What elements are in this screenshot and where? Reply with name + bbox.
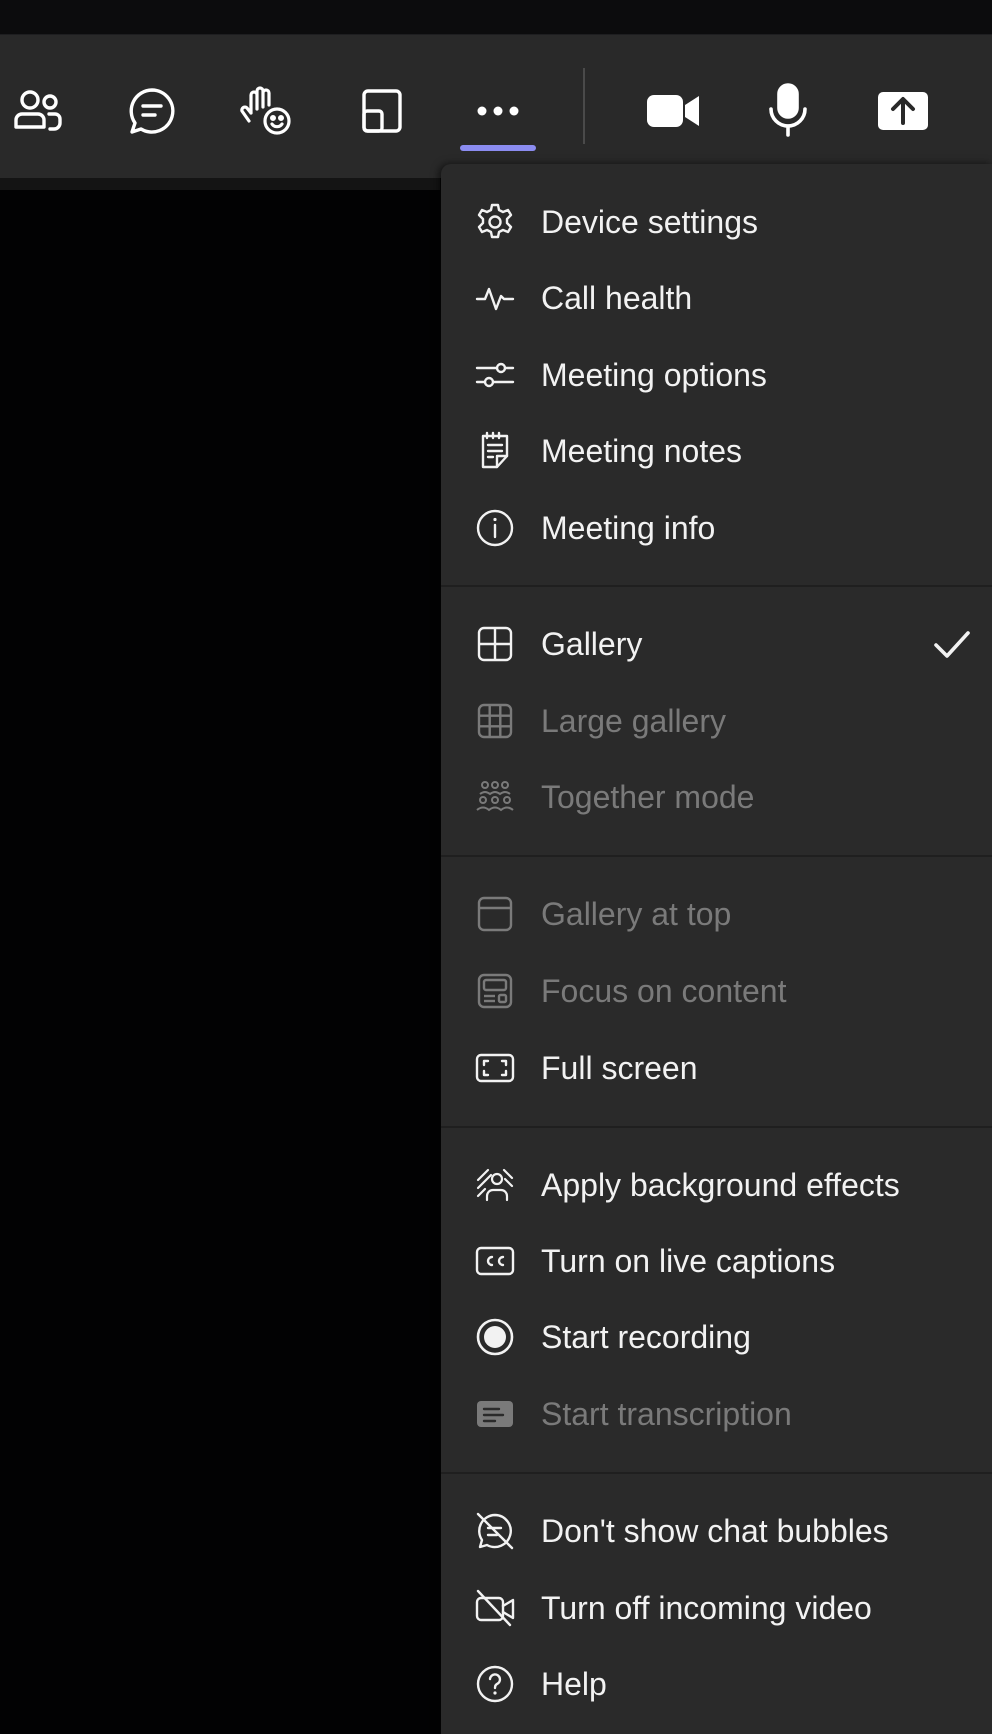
people-icon [14, 90, 62, 131]
menu-item-label: Gallery at top [541, 896, 732, 932]
menu-item-device-settings[interactable]: Device settings [441, 186, 992, 258]
info-icon [475, 508, 515, 548]
menu-item-label: Apply background effects [541, 1167, 900, 1203]
menu-item-start-transcription[interactable]: Start transcription [441, 1378, 992, 1450]
video-off-icon [475, 1588, 515, 1628]
menu-item-label: Meeting notes [541, 433, 743, 469]
sliders-icon [475, 355, 515, 395]
raise-hand-emoji-icon [240, 86, 291, 135]
gear-icon [475, 202, 515, 242]
chat-button[interactable] [116, 75, 188, 147]
menu-item-start-recording[interactable]: Start recording [441, 1301, 992, 1373]
menu-item-label: Start transcription [541, 1396, 792, 1432]
chat-bubbles-off-icon [475, 1511, 515, 1551]
help-icon [475, 1664, 515, 1704]
record-icon [475, 1317, 515, 1357]
full-screen-icon [475, 1048, 515, 1088]
rooms-button[interactable] [346, 75, 418, 147]
menu-item-help[interactable]: Help [441, 1648, 992, 1720]
menu-item-label: Turn off incoming video [541, 1590, 872, 1626]
menu-item-gallery[interactable]: Gallery [441, 608, 992, 680]
menu-item-label: Device settings [541, 204, 758, 240]
react-button[interactable] [231, 75, 303, 147]
menu-item-live-captions[interactable]: Turn on live captions [441, 1225, 992, 1297]
title-bar [0, 0, 992, 35]
grid-icon [475, 624, 515, 664]
view-icon [362, 89, 402, 133]
pulse-icon [475, 278, 515, 318]
menu-item-label: Don't show chat bubbles [541, 1513, 889, 1549]
share-upload-icon [878, 92, 928, 130]
chat-icon [129, 88, 175, 134]
menu-item-call-health[interactable]: Call health [441, 262, 992, 334]
menu-item-label: Focus on content [541, 973, 787, 1009]
menu-divider [441, 585, 992, 587]
focus-content-icon [475, 971, 515, 1011]
meeting-window: Device settings Call health Meeting opti… [0, 0, 992, 1734]
menu-divider [441, 855, 992, 857]
menu-item-meeting-options[interactable]: Meeting options [441, 339, 992, 411]
menu-item-together-mode[interactable]: Together mode [441, 761, 992, 833]
menu-item-large-gallery[interactable]: Large gallery [441, 685, 992, 757]
notes-icon [475, 431, 515, 471]
checkmark-icon [934, 631, 970, 658]
more-horizontal-icon [477, 106, 519, 116]
menu-item-turn-off-incoming-video[interactable]: Turn off incoming video [441, 1572, 992, 1644]
gallery-top-icon [475, 894, 515, 934]
menu-item-chat-bubbles[interactable]: Don't show chat bubbles [441, 1495, 992, 1567]
menu-item-label: Large gallery [541, 703, 726, 739]
menu-item-gallery-at-top[interactable]: Gallery at top [441, 878, 992, 950]
meeting-toolbar [0, 35, 992, 178]
menu-item-focus-on-content[interactable]: Focus on content [441, 955, 992, 1027]
more-actions-menu: Device settings Call health Meeting opti… [441, 164, 992, 1734]
menu-item-apply-background-effects[interactable]: Apply background effects [441, 1149, 992, 1221]
menu-item-meeting-notes[interactable]: Meeting notes [441, 415, 992, 487]
menu-item-label: Help [541, 1666, 607, 1702]
more-actions-button[interactable] [462, 75, 534, 147]
menu-item-full-screen[interactable]: Full screen [441, 1032, 992, 1104]
background-effects-icon [475, 1165, 515, 1205]
menu-item-label: Start recording [541, 1319, 751, 1355]
active-tab-indicator [460, 145, 536, 151]
transcription-icon [475, 1394, 515, 1434]
menu-item-label: Meeting info [541, 510, 716, 546]
together-mode-icon [475, 777, 515, 817]
menu-divider [441, 1126, 992, 1128]
menu-item-label: Meeting options [541, 357, 767, 393]
menu-item-label: Together mode [541, 779, 755, 815]
stage-gap [0, 178, 440, 190]
large-grid-icon [475, 701, 515, 741]
menu-divider [441, 1472, 992, 1474]
menu-item-label: Turn on live captions [541, 1243, 836, 1279]
toolbar-divider [583, 68, 585, 144]
video-camera-icon [647, 95, 699, 127]
menu-item-meeting-info[interactable]: Meeting info [441, 492, 992, 564]
menu-item-label: Full screen [541, 1050, 698, 1086]
menu-item-label: Gallery [541, 626, 643, 662]
menu-item-label: Call health [541, 280, 693, 316]
video-stage [0, 190, 440, 1734]
mic-button[interactable] [752, 75, 824, 147]
closed-captions-icon [475, 1241, 515, 1281]
microphone-icon [769, 83, 807, 137]
share-button[interactable] [867, 75, 939, 147]
people-button[interactable] [2, 75, 74, 147]
camera-button[interactable] [637, 75, 709, 147]
